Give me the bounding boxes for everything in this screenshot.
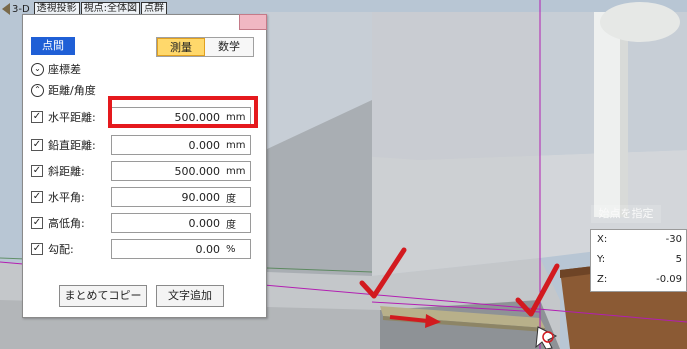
row-label: 鉛直距離: [48,139,96,152]
row-gradient: ✓ 勾配: 0.00 % [31,238,261,260]
checkbox-vertical-distance[interactable]: ✓ [31,139,43,151]
value-field[interactable]: 0.000 度 [111,213,251,233]
mode-toggle: 測量 数学 [156,37,254,57]
section-label: 座標差 [48,63,81,76]
row-value: 0.000 [188,216,221,230]
coord-key: Y: [597,254,606,265]
section-dist-angle[interactable]: ⌃ 距離/角度 [31,82,96,98]
coord-value: -0.09 [656,274,682,285]
row-label: 水平距離: [48,111,96,124]
section-label: 距離/角度 [48,84,96,97]
checkbox-horizontal-angle[interactable]: ✓ [31,191,43,203]
value-field[interactable]: 90.000 度 [111,187,251,207]
tab-math[interactable]: 数学 [205,38,253,56]
row-label: 斜距離: [48,165,85,178]
row-unit: 度 [226,193,236,205]
coord-row-y: Y: 5 [591,250,686,270]
close-button[interactable] [239,14,267,30]
row-value: 0.00 [195,242,221,256]
value-field[interactable]: 0.00 % [111,239,251,259]
coord-row-z: Z: -0.09 [591,270,686,290]
tab-survey[interactable]: 測量 [157,38,205,56]
checkbox-elevation-angle[interactable]: ✓ [31,217,43,229]
section-coord-diff[interactable]: ⌄ 座標差 [31,61,81,77]
measure-panel: 点間 測量 数学 ⌄ 座標差 ⌃ 距離/角度 ✓ 水平距離: 500.000 m… [22,14,267,318]
row-value: 90.000 [181,190,221,204]
coord-readout: X: -30 Y: 5 Z: -0.09 [590,229,687,292]
row-value: 500.000 [174,164,221,178]
row-elevation-angle: ✓ 高低角: 0.000 度 [31,212,261,234]
coord-row-x: X: -30 [591,230,686,250]
checkbox-gradient[interactable]: ✓ [31,243,43,255]
coord-value: 5 [675,254,682,265]
row-slope-distance: ✓ 斜距離: 500.000 mm [31,160,261,182]
row-unit: % [226,243,236,255]
row-unit: 度 [226,219,236,231]
copy-all-button[interactable]: まとめてコピー [59,285,147,307]
row-vertical-distance: ✓ 鉛直距離: 0.000 mm [31,134,261,156]
coord-key: Z: [597,274,608,285]
row-unit: mm [226,165,246,177]
add-text-button[interactable]: 文字追加 [156,285,224,307]
value-field[interactable]: 0.000 mm [111,135,251,155]
start-point-hint: 始点を指定 [591,205,661,223]
highlight-box [108,96,258,128]
chevron-down-icon[interactable]: ⌄ [31,62,44,76]
coord-key: X: [597,234,608,245]
row-label: 水平角: [48,191,85,204]
value-field[interactable]: 500.000 mm [111,161,251,181]
row-label: 勾配: [48,243,74,256]
row-value: 0.000 [188,138,221,152]
back-arrow-icon[interactable] [2,3,10,15]
checkbox-slope-distance[interactable]: ✓ [31,165,43,177]
row-unit: mm [226,139,246,151]
row-label: 高低角: [48,217,85,230]
coord-value: -30 [665,234,682,245]
row-horizontal-angle: ✓ 水平角: 90.000 度 [31,186,261,208]
checkbox-horizontal-distance[interactable]: ✓ [31,111,43,123]
chevron-up-icon[interactable]: ⌃ [31,83,44,97]
point-distance-badge: 点間 [31,37,75,55]
